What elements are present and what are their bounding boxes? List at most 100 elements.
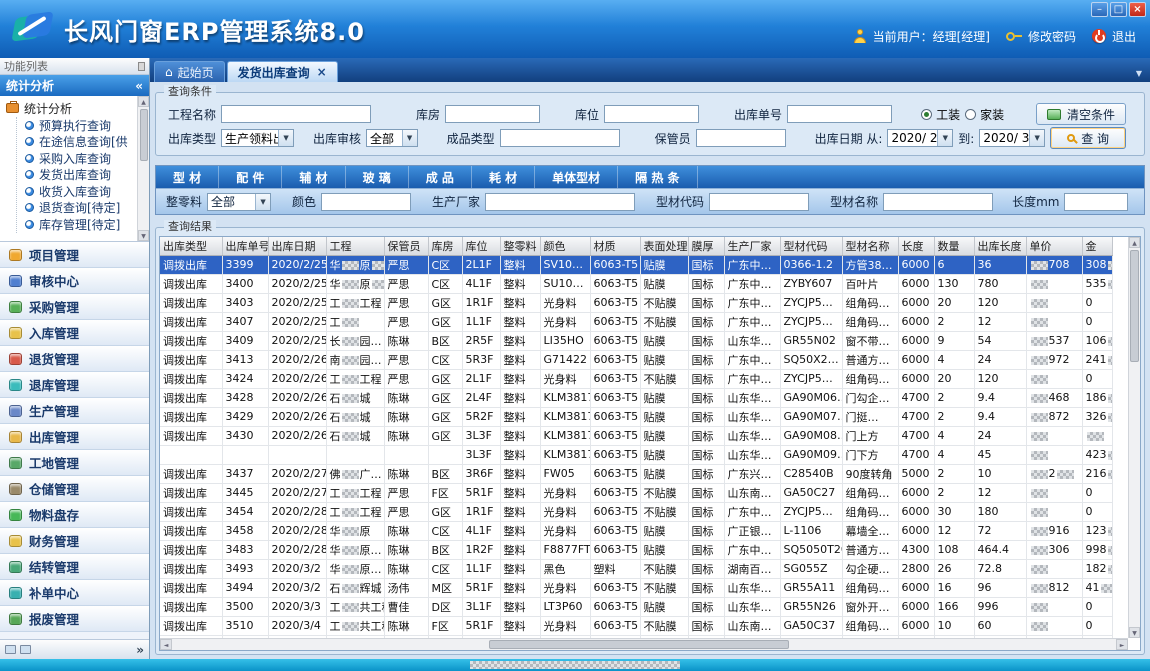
column-header[interactable]: 工程 (326, 237, 384, 255)
material-tab[interactable]: 耗 材 (472, 166, 535, 188)
audit-select[interactable]: 全部 ▼ (366, 129, 418, 147)
collapse-icon[interactable]: « (135, 79, 143, 93)
table-row[interactable]: 调拨出库34292020/2/26石城陈琳G区5R2F整料KLM38176063… (160, 407, 1112, 426)
scroll-right-icon[interactable]: ► (1116, 639, 1128, 650)
column-header[interactable]: 金 (1082, 237, 1112, 255)
search-button[interactable]: 查 询 (1050, 127, 1126, 149)
scroll-left-icon[interactable]: ◄ (160, 639, 172, 650)
material-tab[interactable]: 配 件 (219, 166, 282, 188)
sidebar-menu-item[interactable]: 工地管理 (0, 450, 149, 476)
sidebar-menu-item[interactable]: 审核中心 (0, 268, 149, 294)
product-type-input[interactable] (500, 129, 620, 147)
sidebar-menu-item[interactable]: 报废管理 (0, 606, 149, 632)
table-row[interactable]: 调拨出库35002020/3/3工共工程曹佳D区3L1F整料LT3P606063… (160, 597, 1112, 616)
sidebar-menu-item[interactable]: 退货管理 (0, 346, 149, 372)
maximize-button[interactable]: □ (1110, 2, 1127, 17)
column-header[interactable]: 出库类型 (160, 237, 222, 255)
column-header[interactable]: 数量 (934, 237, 974, 255)
sidebar-menu-item[interactable]: 仓储管理 (0, 476, 149, 502)
table-row[interactable]: 调拨出库34132020/2/26南园…严思C区5R3F整料G714226063… (160, 350, 1112, 369)
column-header[interactable]: 膜厚 (688, 237, 724, 255)
table-row[interactable]: 调拨出库35102020/3/4工共工程陈琳F区5R1F整料光身料6063-T5… (160, 616, 1112, 635)
tree-item[interactable]: 发货出库查询 (17, 167, 135, 184)
tab-shipping-outbound-query[interactable]: 发货出库查询 × (227, 61, 338, 82)
out-type-select[interactable]: 生产领料出库 ▼ (221, 129, 294, 147)
table-row[interactable]: 调拨出库34242020/2/26工工程严思G区2L1F整料光身料6063-T5… (160, 369, 1112, 388)
sidebar-menu-item[interactable]: 入库管理 (0, 320, 149, 346)
table-row[interactable]: 调拨出库34302020/2/26石城陈琳G区3L3F整料KLM38176063… (160, 426, 1112, 445)
scrollbar-thumb[interactable] (1130, 250, 1139, 362)
sidebar-menu-item[interactable]: 项目管理 (0, 242, 149, 268)
column-header[interactable]: 颜色 (540, 237, 590, 255)
column-header[interactable]: 生产厂家 (724, 237, 780, 255)
pin-icon[interactable] (138, 62, 145, 71)
material-tab[interactable]: 型 材 (156, 166, 219, 188)
sidebar-menu-item[interactable]: 出库管理 (0, 424, 149, 450)
change-password-link[interactable]: 修改密码 (1028, 28, 1076, 45)
column-header[interactable]: 出库日期 (268, 237, 326, 255)
radio-gongzhuang[interactable]: 工装 (921, 106, 960, 123)
clear-conditions-button[interactable]: 清空条件 (1036, 103, 1126, 125)
column-header[interactable]: 型材名称 (842, 237, 898, 255)
scrollbar-thumb[interactable] (140, 109, 148, 161)
date-from-picker[interactable]: 2020/ 2/16 ▼ (887, 129, 953, 147)
scroll-down-icon[interactable]: ▼ (1129, 627, 1140, 638)
maker-input[interactable] (485, 193, 635, 211)
material-tab[interactable]: 辅 材 (282, 166, 345, 188)
tree-item[interactable]: 库存管理[待定] (17, 216, 135, 233)
column-header[interactable]: 材质 (590, 237, 640, 255)
column-header[interactable]: 库房 (428, 237, 462, 255)
table-row[interactable]: 调拨出库34832020/2/28华原…陈琳B区1R2F整料F8877FT606… (160, 540, 1112, 559)
profile-code-input[interactable] (709, 193, 809, 211)
sidebar-section-header[interactable]: 统计分析 « (0, 75, 149, 96)
horizontal-scrollbar[interactable]: ◄ ► (160, 638, 1128, 650)
sidebar-menu-item[interactable]: 生产管理 (0, 398, 149, 424)
vertical-scrollbar[interactable]: ▲ ▼ (1128, 237, 1140, 638)
zhengling-select[interactable]: 全部 ▼ (207, 193, 271, 211)
keeper-input[interactable] (696, 129, 786, 147)
table-row[interactable]: 调拨出库34582020/2/28华原陈琳C区4L1F整料光身料6063-T5贴… (160, 521, 1112, 540)
sidebar-menu-item[interactable]: 结转管理 (0, 554, 149, 580)
warehouse-input[interactable] (445, 105, 540, 123)
sidebar-menu-item[interactable]: 采购管理 (0, 294, 149, 320)
table-row[interactable]: 调拨出库34942020/3/2石辉城汤伟M区5R1F整料光身料6063-T5不… (160, 578, 1112, 597)
monitor-icon[interactable] (5, 645, 16, 654)
project-name-input[interactable] (221, 105, 371, 123)
more-icon[interactable]: » (136, 643, 144, 657)
column-header[interactable]: 长度 (898, 237, 934, 255)
column-header[interactable]: 型材代码 (780, 237, 842, 255)
column-header[interactable]: 整零料 (500, 237, 540, 255)
tree-item[interactable]: 在途信息查询[供 (17, 134, 135, 151)
monitor-icon[interactable] (20, 645, 31, 654)
sidebar-menu-item[interactable]: 物料盘存 (0, 502, 149, 528)
close-button[interactable]: × (1129, 2, 1146, 17)
material-tab[interactable]: 隔 热 条 (618, 166, 697, 188)
material-tab[interactable]: 成 品 (409, 166, 472, 188)
column-header[interactable]: 出库长度 (974, 237, 1026, 255)
minimize-button[interactable]: – (1091, 2, 1108, 17)
sidebar-menu-item[interactable]: 补单中心 (0, 580, 149, 606)
table-row[interactable]: 调拨出库34032020/2/25工工程严思G区1R1F整料光身料6063-T5… (160, 293, 1112, 312)
scroll-up-icon[interactable]: ▲ (1129, 237, 1140, 248)
column-header[interactable]: 库位 (462, 237, 500, 255)
sidebar-menu-item[interactable]: 财务管理 (0, 528, 149, 554)
logout-link[interactable]: 退出 (1112, 28, 1136, 45)
tab-start-page[interactable]: ⌂ 起始页 (154, 61, 225, 82)
scrollbar-thumb[interactable] (489, 640, 789, 649)
column-header[interactable]: 表面处理 (640, 237, 688, 255)
tab-close-icon[interactable]: × (317, 65, 327, 79)
material-tab[interactable]: 单体型材 (535, 166, 618, 188)
tree-item[interactable]: 采购入库查询 (17, 150, 135, 167)
material-tab[interactable]: 玻 璃 (346, 166, 409, 188)
table-row[interactable]: 调拨出库34002020/2/25华原严思C区4L1F整料SU10…6063-T… (160, 274, 1112, 293)
sidebar-menu-item[interactable]: 退库管理 (0, 372, 149, 398)
order-no-input[interactable] (787, 105, 892, 123)
radio-jiazhuang[interactable]: 家装 (965, 106, 1004, 123)
profile-name-input[interactable] (883, 193, 993, 211)
tree-item[interactable]: 退货查询[待定] (17, 200, 135, 217)
tab-list-caret-icon[interactable]: ▼ (1136, 69, 1142, 78)
tree-root[interactable]: 统计分析 (6, 99, 135, 117)
tree-scrollbar[interactable]: ▲ ▼ (137, 96, 149, 241)
tree-item[interactable]: 收货入库查询 (17, 183, 135, 200)
location-input[interactable] (604, 105, 699, 123)
